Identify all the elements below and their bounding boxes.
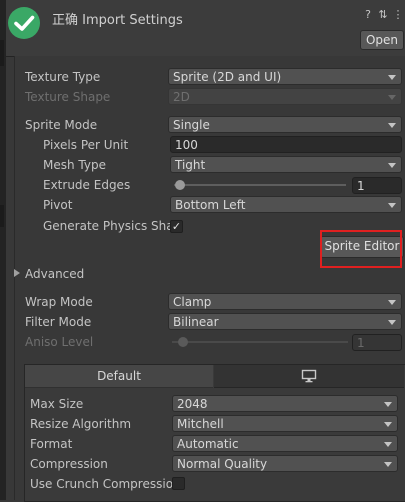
max-size-value: 2048: [177, 397, 208, 411]
highlight-box: [320, 230, 402, 268]
aniso-level-label: Aniso Level: [25, 335, 94, 349]
chevron-down-icon: [388, 123, 396, 128]
chevron-down-icon: [388, 320, 396, 325]
filter-mode-dropdown[interactable]: Bilinear: [168, 313, 402, 330]
texture-shape-value: 2D: [173, 90, 190, 104]
crunch-compression-label: Use Crunch Compression: [30, 477, 181, 491]
sprite-mode-label: Sprite Mode: [25, 118, 98, 132]
wrap-mode-value: Clamp: [173, 295, 212, 309]
chevron-down-icon: [388, 203, 396, 208]
generate-physics-label: Generate Physics Sha: [43, 219, 174, 233]
crunch-compression-checkbox[interactable]: [172, 477, 185, 490]
chevron-down-icon: [384, 462, 392, 467]
aniso-slider-track: [172, 341, 348, 343]
pivot-value: Bottom Left: [175, 198, 246, 212]
texture-shape-dropdown: 2D: [168, 88, 402, 105]
aniso-slider-handle: [178, 337, 188, 347]
pixels-per-unit-label: Pixels Per Unit: [43, 138, 129, 152]
chevron-down-icon: [388, 75, 396, 80]
chevron-down-icon: [388, 95, 396, 100]
chevron-down-icon: [388, 300, 396, 305]
monitor-icon: [301, 369, 317, 383]
pixels-per-unit-field[interactable]: 100: [170, 136, 402, 153]
texture-type-value: Sprite (2D and UI): [173, 70, 282, 84]
preset-icon[interactable]: ⇅: [377, 9, 389, 21]
chevron-down-icon: [384, 422, 392, 427]
mesh-type-value: Tight: [175, 158, 206, 172]
max-size-dropdown[interactable]: 2048: [172, 395, 398, 412]
page-title: 正确 Import Settings: [52, 13, 183, 28]
chevron-down-icon: [388, 163, 396, 168]
max-size-label: Max Size: [30, 397, 84, 411]
texture-type-dropdown[interactable]: Sprite (2D and UI): [168, 68, 402, 85]
pivot-dropdown[interactable]: Bottom Left: [170, 196, 402, 213]
compression-dropdown[interactable]: Normal Quality: [172, 455, 398, 472]
tab-default[interactable]: Default: [25, 365, 213, 388]
resize-algorithm-dropdown[interactable]: Mitchell: [172, 415, 398, 432]
format-dropdown[interactable]: Automatic: [172, 435, 398, 452]
resize-algorithm-label: Resize Algorithm: [30, 417, 132, 431]
wrap-mode-label: Wrap Mode: [25, 295, 93, 309]
chevron-right-icon[interactable]: [14, 269, 20, 277]
compression-value: Normal Quality: [177, 457, 268, 471]
advanced-foldout-label[interactable]: Advanced: [25, 267, 84, 281]
generate-physics-checkbox[interactable]: ✓: [170, 220, 183, 233]
extrude-slider-handle[interactable]: [175, 180, 185, 190]
sprite-mode-dropdown[interactable]: Single: [168, 116, 402, 133]
chevron-down-icon: [384, 442, 392, 447]
aniso-level-field: 1: [352, 334, 402, 351]
left-edge-marker: [0, 40, 4, 66]
mesh-type-label: Mesh Type: [43, 158, 106, 172]
extrude-slider-track[interactable]: [174, 184, 346, 186]
extrude-edges-label: Extrude Edges: [43, 178, 131, 192]
help-icon[interactable]: ?: [362, 9, 374, 21]
menu-icon[interactable]: ⋮: [392, 9, 404, 21]
texture-shape-label: Texture Shape: [25, 90, 111, 104]
extrude-edges-field[interactable]: 1: [352, 177, 402, 194]
wrap-mode-dropdown[interactable]: Clamp: [168, 293, 402, 310]
mesh-type-dropdown[interactable]: Tight: [170, 156, 402, 173]
resize-algorithm-value: Mitchell: [177, 417, 224, 431]
chevron-down-icon: [384, 402, 392, 407]
open-button[interactable]: Open: [360, 30, 404, 50]
filter-mode-value: Bilinear: [173, 315, 219, 329]
sprite-mode-value: Single: [173, 118, 210, 132]
pivot-label: Pivot: [43, 198, 73, 212]
filter-mode-label: Filter Mode: [25, 315, 92, 329]
format-label: Format: [30, 437, 73, 451]
success-check-icon: [8, 7, 40, 39]
texture-type-label: Texture Type: [25, 70, 101, 84]
format-value: Automatic: [177, 437, 239, 451]
left-edge-marker: [0, 205, 4, 227]
left-edge-strip: [0, 0, 6, 500]
compression-label: Compression: [30, 457, 108, 471]
